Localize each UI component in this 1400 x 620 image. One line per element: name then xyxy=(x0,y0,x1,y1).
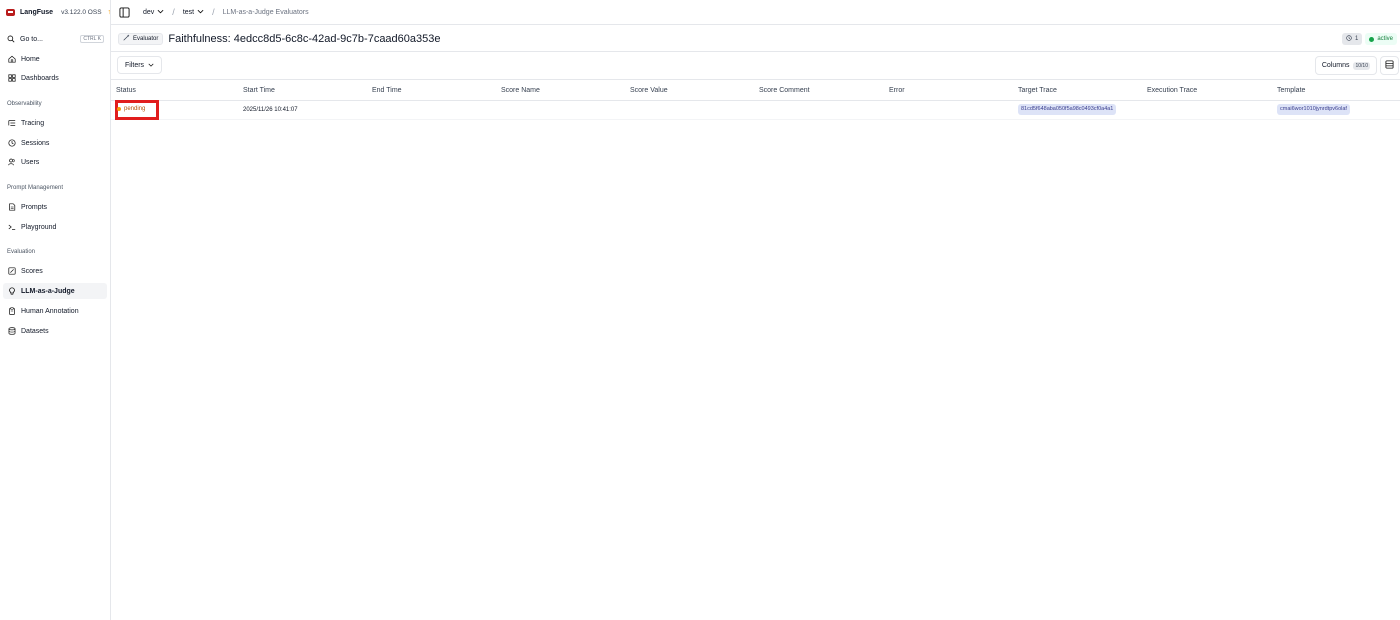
status-badge: active xyxy=(1365,33,1397,45)
goto-search[interactable]: Go to... CTRL K xyxy=(6,33,104,45)
file-icon xyxy=(7,203,16,212)
sidebar-item-label: Playground xyxy=(21,223,57,231)
row-template-link[interactable]: cmai6wor1010jynrdtpv6olaf xyxy=(1277,104,1350,115)
chevron-down-icon xyxy=(148,62,154,69)
sidebar-toggle-icon[interactable] xyxy=(119,6,130,18)
breadcrumb-separator: / xyxy=(212,7,215,17)
breadcrumb-org-label: dev xyxy=(143,8,155,16)
page-header: Evaluator Faithfulness: 4edcc8d5-6c8c-42… xyxy=(111,26,1400,52)
brand[interactable]: LangFuse v3.122.0 OSS ↑ xyxy=(6,7,111,17)
search-icon xyxy=(6,35,15,44)
row-status-label: pending xyxy=(124,106,146,112)
header-status-group: 1 active xyxy=(1341,33,1397,45)
column-header-start-time[interactable]: Start Time xyxy=(243,87,275,94)
clipboard-icon xyxy=(7,307,16,316)
lightbulb-icon xyxy=(7,287,16,296)
page-title: Faithfulness: 4edcc8d5-6c8c-42ad-9c7b-7c… xyxy=(168,32,441,45)
clock-icon xyxy=(1346,35,1352,43)
sidebar-item-dashboards[interactable]: Dashboards xyxy=(3,70,107,86)
sidebar-item-users[interactable]: Users xyxy=(3,154,107,170)
breadcrumb-separator: / xyxy=(172,7,175,17)
database-icon xyxy=(7,327,16,336)
chevron-down-icon xyxy=(157,9,164,16)
column-header-end-time[interactable]: End Time xyxy=(372,87,402,94)
users-icon xyxy=(7,158,16,167)
breadcrumb-project[interactable]: test xyxy=(183,9,204,16)
evaluator-badge: Evaluator xyxy=(118,32,164,45)
filters-button[interactable]: Filters xyxy=(117,56,163,74)
sidebar-item-label: Sessions xyxy=(21,139,50,147)
breadcrumb-org[interactable]: dev xyxy=(143,9,164,16)
filters-button-label: Filters xyxy=(125,61,145,69)
breadcrumb: dev / test / LLM-as-a-Judge Evaluators xyxy=(111,0,1400,25)
sidebar-item-datasets[interactable]: Datasets xyxy=(3,323,107,339)
sidebar-item-label: Users xyxy=(21,158,40,166)
dashboard-icon xyxy=(7,74,16,83)
pending-dot-icon xyxy=(117,107,121,111)
langfuse-logo-icon xyxy=(6,8,15,16)
sidebar-item-home[interactable]: Home xyxy=(3,51,107,67)
sidebar-item-label: Datasets xyxy=(21,327,49,335)
evaluator-badge-label: Evaluator xyxy=(133,35,159,42)
sidebar-item-human-annotation[interactable]: Human Annotation xyxy=(3,303,107,319)
column-header-score-name[interactable]: Score Name xyxy=(501,87,540,94)
column-header-error[interactable]: Error xyxy=(889,87,905,94)
table-row[interactable]: pending 2025/11/26 10:41:07 81cd5f648aba… xyxy=(111,100,1400,120)
column-header-score-value[interactable]: Score Value xyxy=(630,87,668,94)
section-evaluation: Evaluation xyxy=(7,249,36,255)
sidebar-item-label: Scores xyxy=(21,267,43,275)
goto-shortcut: CTRL K xyxy=(80,35,104,43)
sidebar-item-scores[interactable]: Scores xyxy=(3,263,107,279)
sidebar-item-sessions[interactable]: Sessions xyxy=(3,135,107,151)
sidebar-item-label: Human Annotation xyxy=(21,307,79,315)
column-header-status[interactable]: Status xyxy=(116,87,136,94)
goto-label: Go to... xyxy=(20,35,43,43)
sidebar: LangFuse v3.122.0 OSS ↑ Go to... CTRL K … xyxy=(0,0,111,620)
table-toolbar: Filters Columns 10/10 xyxy=(111,53,1400,80)
sidebar-item-playground[interactable]: Playground xyxy=(3,219,107,235)
active-dot-icon xyxy=(1369,36,1375,42)
row-start-time: 2025/11/26 10:41:07 xyxy=(243,107,298,113)
brand-version: v3.122.0 OSS xyxy=(61,8,102,16)
brand-name: LangFuse xyxy=(20,8,54,16)
sidebar-item-label: Dashboards xyxy=(21,74,59,82)
column-header-execution-trace[interactable]: Execution Trace xyxy=(1147,87,1197,94)
terminal-icon xyxy=(7,223,16,232)
clock-icon xyxy=(7,139,16,148)
column-header-template[interactable]: Template xyxy=(1277,87,1305,94)
score-icon xyxy=(7,267,16,276)
column-header-score-comment[interactable]: Score Comment xyxy=(759,87,810,94)
tracing-icon xyxy=(7,119,16,128)
chevron-down-icon xyxy=(197,9,204,16)
home-icon xyxy=(7,55,16,64)
sidebar-item-prompts[interactable]: Prompts xyxy=(3,199,107,215)
status-badge-label: active xyxy=(1377,36,1393,42)
rows-icon xyxy=(1385,60,1394,71)
columns-count-badge: 10/10 xyxy=(1353,61,1370,70)
breadcrumb-project-label: test xyxy=(182,8,195,16)
row-density-button[interactable] xyxy=(1380,56,1399,75)
wand-icon xyxy=(123,34,130,43)
section-prompt-management: Prompt Management xyxy=(7,185,64,191)
sidebar-item-label: Prompts xyxy=(21,203,48,211)
column-header-target-trace[interactable]: Target Trace xyxy=(1018,87,1057,94)
breadcrumb-page[interactable]: LLM-as-a-Judge Evaluators xyxy=(223,9,309,16)
sidebar-item-tracing[interactable]: Tracing xyxy=(3,115,107,131)
table-header: Status Start Time End Time Score Name Sc… xyxy=(111,80,1400,101)
job-count-value: 1 xyxy=(1354,36,1359,42)
columns-button[interactable]: Columns 10/10 xyxy=(1314,56,1377,75)
sidebar-item-llm-as-a-judge[interactable]: LLM-as-a-Judge xyxy=(3,283,107,299)
sidebar-item-label: Home xyxy=(21,55,40,63)
row-status-badge: pending xyxy=(117,106,145,112)
sidebar-item-label: LLM-as-a-Judge xyxy=(21,287,75,295)
columns-button-label: Columns xyxy=(1321,62,1350,69)
row-target-trace-link[interactable]: 81cd5f648aba050f5a98c0493cf0a4a1 xyxy=(1018,104,1117,115)
section-observability: Observability xyxy=(7,101,42,107)
sidebar-item-label: Tracing xyxy=(21,119,45,127)
job-count-badge[interactable]: 1 xyxy=(1341,33,1363,45)
